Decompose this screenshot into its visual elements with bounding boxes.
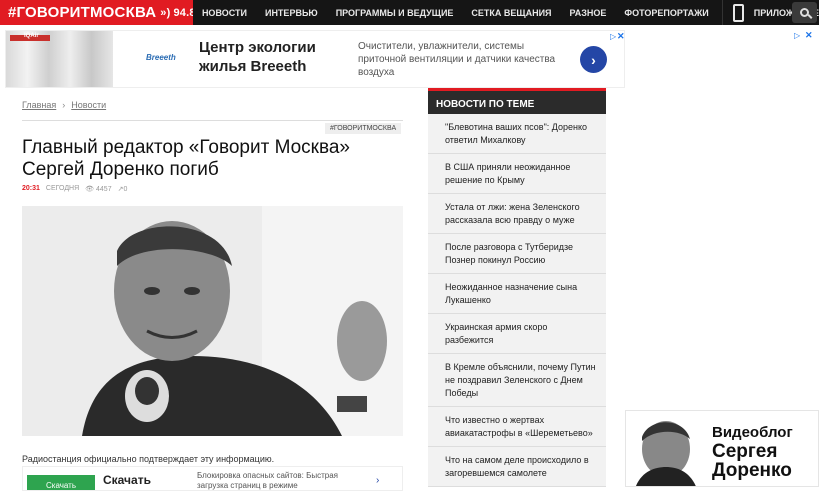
ad-brand-small: IQAir [24, 33, 39, 39]
nav-item-misc[interactable]: РАЗНОЕ [561, 8, 616, 18]
ad-download-banner[interactable]: Скачать Скачать Блокировка опасных сайто… [22, 466, 403, 491]
ad2-description: Блокировка опасных сайтов: Быстрая загру… [197, 471, 338, 490]
video-blog-portrait [636, 421, 696, 486]
shares-value: 0 [123, 186, 128, 193]
related-news-item[interactable]: После разговора с Тутберидзе Познер поки… [428, 234, 606, 274]
ad-product-image: IQAir [6, 31, 113, 87]
related-news-item[interactable]: В Кремле объяснили, почему Путин не позд… [428, 354, 606, 407]
article-paragraph: Радиостанция официально подтверждает эту… [22, 454, 275, 464]
ad-logo: Breeeth [146, 53, 176, 62]
logo-text: #ГОВОРИТМОСКВА [8, 4, 157, 21]
adchoices-icon[interactable]: ▷ [610, 32, 616, 41]
shares-count: ↗0 [118, 185, 128, 193]
divider [22, 120, 403, 121]
ad-close-icon-right[interactable]: ✕ [805, 30, 813, 41]
publish-time: 20:31 [22, 185, 40, 192]
breadcrumb: Главная › Новости [22, 100, 106, 110]
search-icon [800, 8, 809, 17]
nav-item-photo-reports[interactable]: ФОТОРЕПОРТАЖИ [615, 8, 717, 18]
top-navigation: #ГОВОРИТМОСКВА ») 94.8 FM НОВОСТИ ИНТЕРВ… [0, 0, 819, 25]
article-tag[interactable]: #ГОВОРИТМОСКВА [325, 123, 402, 134]
main-menu: НОВОСТИ ИНТЕРВЬЮ ПРОГРАММЫ И ВЕДУЩИЕ СЕТ… [193, 0, 718, 25]
site-logo[interactable]: #ГОВОРИТМОСКВА ») 94.8 FM [0, 0, 193, 25]
views-value: 4457 [96, 186, 112, 193]
chevron-right-icon: › [62, 100, 66, 110]
ad-text: Очистители, увлажнители, системы приточн… [358, 41, 556, 78]
frequency: 94.8 [173, 6, 193, 19]
related-news-item[interactable]: Что на самом деле происходило в загоревш… [428, 447, 606, 487]
search-button[interactable] [792, 2, 817, 23]
related-news-item[interactable]: Что известно о жертвах авиакатастрофы в … [428, 407, 606, 447]
related-news-item[interactable]: Неожиданное назначение сына Лукашенко [428, 274, 606, 314]
nav-item-programs[interactable]: ПРОГРАММЫ И ВЕДУЩИЕ [327, 8, 463, 18]
nav-item-schedule[interactable]: СЕТКА ВЕЩАНИЯ [462, 8, 560, 18]
ad2-arrow-icon[interactable]: › [376, 475, 379, 486]
ad-title[interactable]: Центр экологии жилья Breeeth [199, 38, 354, 76]
ad-close-icon[interactable]: ✕ [617, 31, 625, 42]
related-news: НОВОСТИ ПО ТЕМЕ "Блевотина ваших псов": … [428, 88, 606, 487]
eye-icon: 👁 [85, 186, 97, 193]
video-blog-line3: Доренко [712, 460, 792, 481]
ad2-title[interactable]: Скачать [103, 473, 151, 487]
breadcrumb-news[interactable]: Новости [71, 100, 106, 110]
article-photo [22, 206, 403, 436]
download-button[interactable]: Скачать [27, 475, 95, 490]
ad-arrow-button[interactable]: › [580, 46, 607, 73]
ad-banner[interactable]: IQAir Breeeth Центр экологии жилья Breee… [5, 30, 625, 88]
video-blog-title: Видеоблог Сергея Доренко [712, 423, 793, 480]
radio-wave-icon: ») [160, 6, 171, 19]
article-meta: 20:31 СЕГОДНЯ 👁 4457 ↗0 [22, 185, 127, 193]
video-blog-widget[interactable]: Видеоблог Сергея Доренко [625, 410, 819, 487]
related-news-item[interactable]: В США приняли неожиданное решение по Кры… [428, 154, 606, 194]
nav-item-news[interactable]: НОВОСТИ [193, 8, 256, 18]
article-headline: Главный редактор «Говорит Москва» Сергей… [22, 137, 351, 180]
views-count: 👁 4457 [85, 185, 111, 193]
breadcrumb-home[interactable]: Главная [22, 100, 56, 110]
related-news-heading: НОВОСТИ ПО ТЕМЕ [428, 88, 606, 114]
publish-date: СЕГОДНЯ [45, 185, 80, 192]
adchoices-icon-right[interactable]: ▷ [794, 31, 800, 40]
video-blog-line2: Сергея [712, 441, 778, 462]
related-news-item[interactable]: "Блевотина ваших псов": Доренко ответил … [428, 114, 606, 154]
nav-item-interviews[interactable]: ИНТЕРВЬЮ [256, 8, 327, 18]
related-news-list: "Блевотина ваших псов": Доренко ответил … [428, 114, 606, 487]
related-news-item[interactable]: Устала от лжи: жена Зеленского рассказал… [428, 194, 606, 234]
related-news-item[interactable]: Украинская армия скоро разбежится [428, 314, 606, 354]
video-blog-line1: Видеоблог [712, 424, 793, 441]
phone-icon [732, 3, 744, 22]
